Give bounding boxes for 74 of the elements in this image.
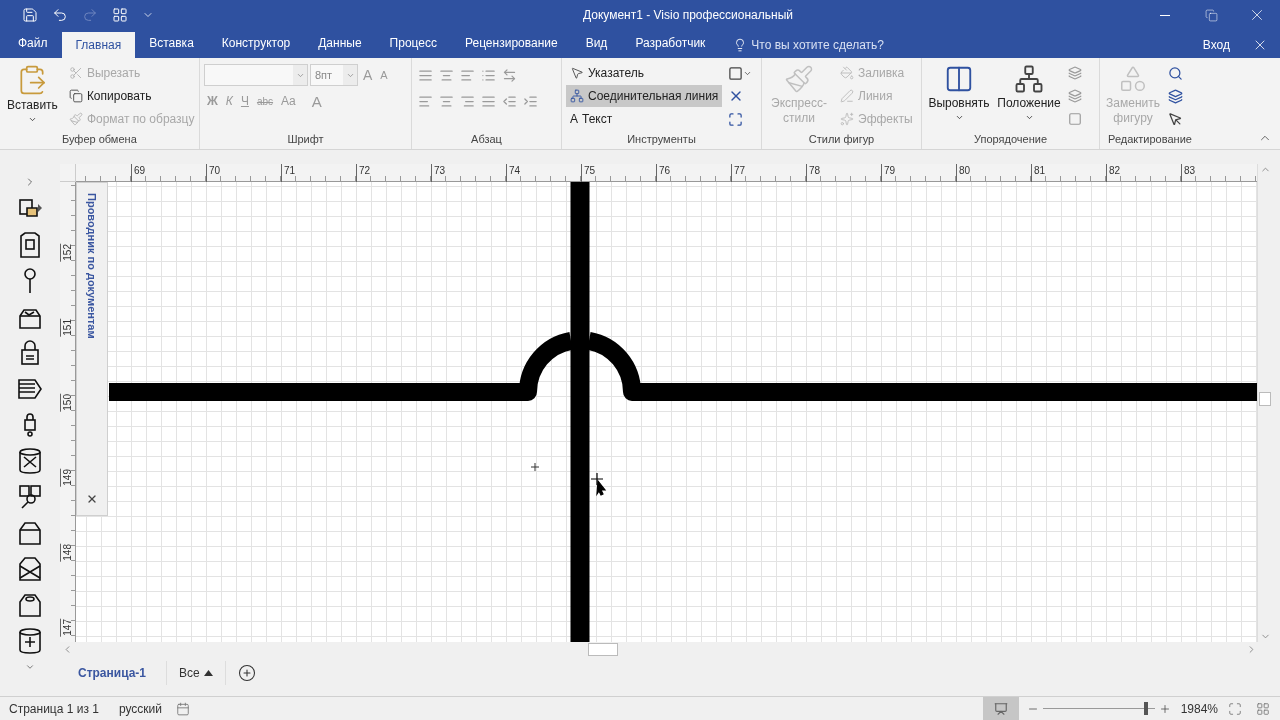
add-page-button[interactable]: [237, 664, 256, 682]
zoom-slider-thumb[interactable]: [1143, 702, 1148, 715]
minimize-icon: [1160, 14, 1170, 16]
align-shapes-icon: [944, 64, 974, 94]
group-label: Абзац: [470, 133, 503, 147]
frame-icon[interactable]: [17, 230, 43, 260]
connector-line[interactable]: [109, 332, 574, 401]
ribbon-tab[interactable]: Данные: [304, 30, 376, 56]
group-label: Буфер обмена: [61, 133, 138, 147]
pen-icon: [840, 89, 854, 103]
zoom-in-icon[interactable]: [1158, 702, 1171, 715]
pointer-icon: [570, 66, 584, 80]
scroll-thumb[interactable]: [588, 643, 618, 656]
group-label: Инструменты: [626, 133, 697, 147]
grid-icon[interactable]: [112, 7, 128, 23]
font-size-field[interactable]: 8пт: [310, 64, 358, 86]
ribbon-tab[interactable]: Вставка: [135, 30, 208, 56]
undo-icon[interactable]: [52, 7, 68, 23]
connector-icon: [570, 89, 584, 103]
group-label: Стили фигур: [807, 133, 876, 147]
ribbon-tab[interactable]: Главная: [61, 32, 136, 58]
group-label: Шрифт: [286, 133, 325, 147]
copy-icon: [68, 89, 83, 103]
switch-windows-icon[interactable]: [1256, 701, 1270, 716]
ribbon-tab[interactable]: Конструктор: [207, 30, 305, 56]
tool-button[interactable]: A Текст: [566, 108, 723, 130]
crossed-box-icon[interactable]: [17, 554, 43, 584]
ribbon-tab[interactable]: Разработчик: [621, 30, 720, 56]
font-name-field[interactable]: [204, 64, 308, 86]
clipboard-command[interactable]: Копировать: [64, 85, 199, 107]
fit-page-icon[interactable]: [1228, 701, 1242, 716]
brush-icon: [784, 64, 814, 94]
scissors-icon: [68, 66, 83, 80]
effects-icon: [840, 112, 854, 126]
scroll-thumb[interactable]: [1259, 392, 1271, 406]
move-cursor-icon: [590, 472, 607, 497]
sign-in-button[interactable]: Вход: [1192, 32, 1240, 58]
group-label: Упорядочение: [973, 133, 1048, 147]
ribbon-tab[interactable]: Вид: [571, 30, 622, 56]
more-icon[interactable]: [25, 662, 35, 672]
position-icon: [1014, 64, 1044, 94]
window-title: Документ1 - Visio профессиональный: [582, 8, 794, 22]
save-icon[interactable]: [22, 7, 38, 23]
presentation-mode-button[interactable]: [982, 697, 1019, 720]
document-explorer-panel[interactable]: Проводник по документам: [76, 182, 108, 516]
restore-icon: [1204, 8, 1218, 22]
caret-icon: [27, 115, 37, 124]
caret-icon: [954, 113, 964, 122]
group-label: Редактирование: [1107, 133, 1193, 147]
cylinder-icon[interactable]: [17, 446, 43, 476]
presentation-icon: [993, 701, 1008, 716]
shapes-icon: [1118, 64, 1148, 94]
language-label: русский: [118, 701, 162, 716]
close-panel-button[interactable]: [86, 493, 98, 505]
tool-button[interactable]: Соединительная линия: [566, 85, 723, 107]
ribbon-tab[interactable]: Файл: [4, 30, 62, 56]
arrange-button[interactable]: Выровнять: [926, 62, 992, 133]
all-pages-button[interactable]: Все: [166, 661, 226, 685]
paintbrush-icon: [68, 112, 83, 126]
ribbon-tab[interactable]: Процесс: [375, 30, 451, 56]
panel-title: Проводник по документам: [86, 193, 98, 339]
arrange-button[interactable]: Положение: [996, 62, 1062, 133]
paint-bucket-icon: [840, 66, 854, 80]
redo-icon[interactable]: [82, 7, 98, 23]
page-tab[interactable]: Страница-1: [70, 661, 155, 685]
caret-icon: [1024, 113, 1034, 122]
page-count: Страница 1 из 1: [9, 701, 99, 716]
tell-me-text[interactable]: Что вы хотите сделать?: [751, 38, 884, 52]
drawing-canvas[interactable]: Проводник по документам: [76, 182, 1257, 642]
tool-button[interactable]: Указатель: [566, 62, 723, 84]
paste-button[interactable]: Вставить: [4, 62, 61, 133]
caret-icon: [203, 670, 213, 676]
zoom-level[interactable]: 1984%: [1180, 701, 1218, 716]
ribbon-tab[interactable]: Рецензирование: [451, 30, 572, 56]
